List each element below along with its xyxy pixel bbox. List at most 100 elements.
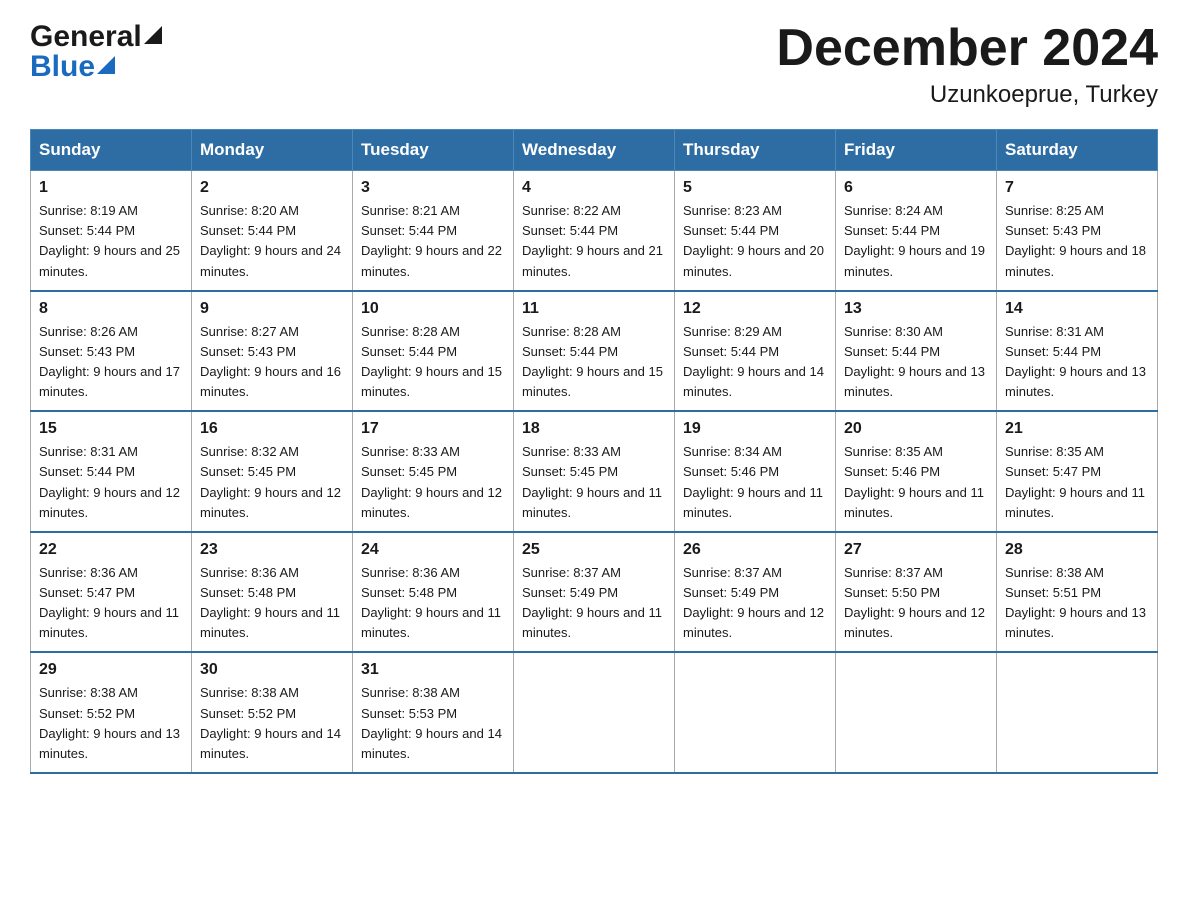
calendar-week-row: 8Sunrise: 8:26 AMSunset: 5:43 PMDaylight… [31, 291, 1158, 412]
daylight-label: Daylight: 9 hours and 11 minutes. [683, 485, 823, 520]
calendar-week-row: 1Sunrise: 8:19 AMSunset: 5:44 PMDaylight… [31, 171, 1158, 291]
daylight-label: Daylight: 9 hours and 12 minutes. [200, 485, 341, 520]
daylight-label: Daylight: 9 hours and 13 minutes. [39, 726, 180, 761]
daylight-label: Daylight: 9 hours and 16 minutes. [200, 364, 341, 399]
day-info: Sunrise: 8:30 AMSunset: 5:44 PMDaylight:… [844, 322, 988, 403]
day-info: Sunrise: 8:28 AMSunset: 5:44 PMDaylight:… [361, 322, 505, 403]
day-number: 19 [683, 420, 827, 438]
day-number: 11 [522, 300, 666, 318]
table-row: 27Sunrise: 8:37 AMSunset: 5:50 PMDayligh… [836, 532, 997, 653]
table-row: 24Sunrise: 8:36 AMSunset: 5:48 PMDayligh… [353, 532, 514, 653]
sunset-label: Sunset: 5:53 PM [361, 706, 457, 721]
logo-blue-text: Blue [30, 50, 95, 84]
table-row: 7Sunrise: 8:25 AMSunset: 5:43 PMDaylight… [997, 171, 1158, 291]
sunset-label: Sunset: 5:51 PM [1005, 585, 1101, 600]
daylight-label: Daylight: 9 hours and 11 minutes. [39, 605, 179, 640]
daylight-label: Daylight: 9 hours and 14 minutes. [683, 364, 824, 399]
daylight-label: Daylight: 9 hours and 14 minutes. [361, 726, 502, 761]
day-number: 6 [844, 179, 988, 197]
sunrise-label: Sunrise: 8:33 AM [522, 444, 621, 459]
daylight-label: Daylight: 9 hours and 11 minutes. [844, 485, 984, 520]
col-saturday: Saturday [997, 130, 1158, 171]
day-number: 18 [522, 420, 666, 438]
table-row [836, 652, 997, 773]
daylight-label: Daylight: 9 hours and 12 minutes. [39, 485, 180, 520]
day-info: Sunrise: 8:25 AMSunset: 5:43 PMDaylight:… [1005, 201, 1149, 282]
sunrise-label: Sunrise: 8:21 AM [361, 203, 460, 218]
day-number: 17 [361, 420, 505, 438]
sunset-label: Sunset: 5:44 PM [522, 344, 618, 359]
table-row: 19 Sunrise: 8:34 AMSunset: 5:46 PMDayligh… [675, 411, 836, 532]
day-number: 12 [683, 300, 827, 318]
table-row: 9Sunrise: 8:27 AMSunset: 5:43 PMDaylight… [192, 291, 353, 412]
sunset-label: Sunset: 5:48 PM [361, 585, 457, 600]
sunrise-label: Sunrise: 8:26 AM [39, 324, 138, 339]
day-info: Sunrise: 8:34 AMSunset: 5:46 PMDaylight:… [683, 442, 827, 523]
day-number: 8 [39, 300, 183, 318]
sunrise-label: Sunrise: 8:22 AM [522, 203, 621, 218]
day-info: Sunrise: 8:35 AMSunset: 5:46 PMDaylight:… [844, 442, 988, 523]
page-header: General Blue December 2024 Uzunkoeprue, … [30, 20, 1158, 109]
logo-general-text: General [30, 20, 142, 54]
sunrise-label: Sunrise: 8:38 AM [1005, 565, 1104, 580]
sunrise-label: Sunrise: 8:27 AM [200, 324, 299, 339]
sunrise-label: Sunrise: 8:34 AM [683, 444, 782, 459]
table-row: 31Sunrise: 8:38 AMSunset: 5:53 PMDayligh… [353, 652, 514, 773]
day-number: 1 [39, 179, 183, 197]
calendar-title: December 2024 [776, 20, 1158, 77]
sunset-label: Sunset: 5:49 PM [522, 585, 618, 600]
sunrise-label: Sunrise: 8:30 AM [844, 324, 943, 339]
table-row: 8Sunrise: 8:26 AMSunset: 5:43 PMDaylight… [31, 291, 192, 412]
sunset-label: Sunset: 5:46 PM [844, 464, 940, 479]
day-number: 10 [361, 300, 505, 318]
daylight-label: Daylight: 9 hours and 11 minutes. [200, 605, 340, 640]
day-info: Sunrise: 8:21 AMSunset: 5:44 PMDaylight:… [361, 201, 505, 282]
sunset-label: Sunset: 5:44 PM [522, 223, 618, 238]
table-row: 2 Sunrise: 8:20 AMSunset: 5:44 PMDaylight… [192, 171, 353, 291]
day-info: Sunrise: 8:36 AMSunset: 5:47 PMDaylight:… [39, 563, 183, 644]
table-row: 21 Sunrise: 8:35 AMSunset: 5:47 PMDayligh… [997, 411, 1158, 532]
day-info: Sunrise: 8:24 AMSunset: 5:44 PMDaylight:… [844, 201, 988, 282]
table-row: 17Sunrise: 8:33 AMSunset: 5:45 PMDayligh… [353, 411, 514, 532]
calendar-week-row: 15Sunrise: 8:31 AMSunset: 5:44 PMDayligh… [31, 411, 1158, 532]
day-info: Sunrise: 8:20 AMSunset: 5:44 PMDaylight:… [200, 201, 344, 282]
day-number: 13 [844, 300, 988, 318]
sunrise-label: Sunrise: 8:35 AM [1005, 444, 1104, 459]
sunrise-label: Sunrise: 8:20 AM [200, 203, 299, 218]
sunset-label: Sunset: 5:43 PM [1005, 223, 1101, 238]
calendar-table: Sunday Monday Tuesday Wednesday Thursday… [30, 129, 1158, 774]
table-row: 12 Sunrise: 8:29 AMSunset: 5:44 PMDayligh… [675, 291, 836, 412]
day-info: Sunrise: 8:37 AMSunset: 5:49 PMDaylight:… [522, 563, 666, 644]
daylight-label: Daylight: 9 hours and 20 minutes. [683, 243, 824, 278]
table-row [997, 652, 1158, 773]
day-info: Sunrise: 8:29 AMSunset: 5:44 PMDaylight:… [683, 322, 827, 403]
day-number: 24 [361, 541, 505, 559]
col-sunday: Sunday [31, 130, 192, 171]
table-row [675, 652, 836, 773]
day-info: Sunrise: 8:35 AMSunset: 5:47 PMDaylight:… [1005, 442, 1149, 523]
day-info: Sunrise: 8:38 AMSunset: 5:51 PMDaylight:… [1005, 563, 1149, 644]
day-number: 26 [683, 541, 827, 559]
day-number: 7 [1005, 179, 1149, 197]
day-number: 21 [1005, 420, 1149, 438]
sunrise-label: Sunrise: 8:23 AM [683, 203, 782, 218]
day-info: Sunrise: 8:36 AMSunset: 5:48 PMDaylight:… [200, 563, 344, 644]
sunset-label: Sunset: 5:44 PM [844, 223, 940, 238]
day-number: 2 [200, 179, 344, 197]
daylight-label: Daylight: 9 hours and 13 minutes. [1005, 364, 1146, 399]
table-row: 22 Sunrise: 8:36 AMSunset: 5:47 PMDayligh… [31, 532, 192, 653]
table-row: 4Sunrise: 8:22 AMSunset: 5:44 PMDaylight… [514, 171, 675, 291]
day-number: 22 [39, 541, 183, 559]
day-info: Sunrise: 8:22 AMSunset: 5:44 PMDaylight:… [522, 201, 666, 282]
sunrise-label: Sunrise: 8:28 AM [522, 324, 621, 339]
day-info: Sunrise: 8:32 AMSunset: 5:45 PMDaylight:… [200, 442, 344, 523]
sunset-label: Sunset: 5:52 PM [39, 706, 135, 721]
sunrise-label: Sunrise: 8:31 AM [1005, 324, 1104, 339]
table-row: 18Sunrise: 8:33 AMSunset: 5:45 PMDayligh… [514, 411, 675, 532]
col-tuesday: Tuesday [353, 130, 514, 171]
day-number: 20 [844, 420, 988, 438]
day-number: 15 [39, 420, 183, 438]
calendar-week-row: 22 Sunrise: 8:36 AMSunset: 5:47 PMDayligh… [31, 532, 1158, 653]
daylight-label: Daylight: 9 hours and 13 minutes. [844, 364, 985, 399]
sunrise-label: Sunrise: 8:25 AM [1005, 203, 1104, 218]
